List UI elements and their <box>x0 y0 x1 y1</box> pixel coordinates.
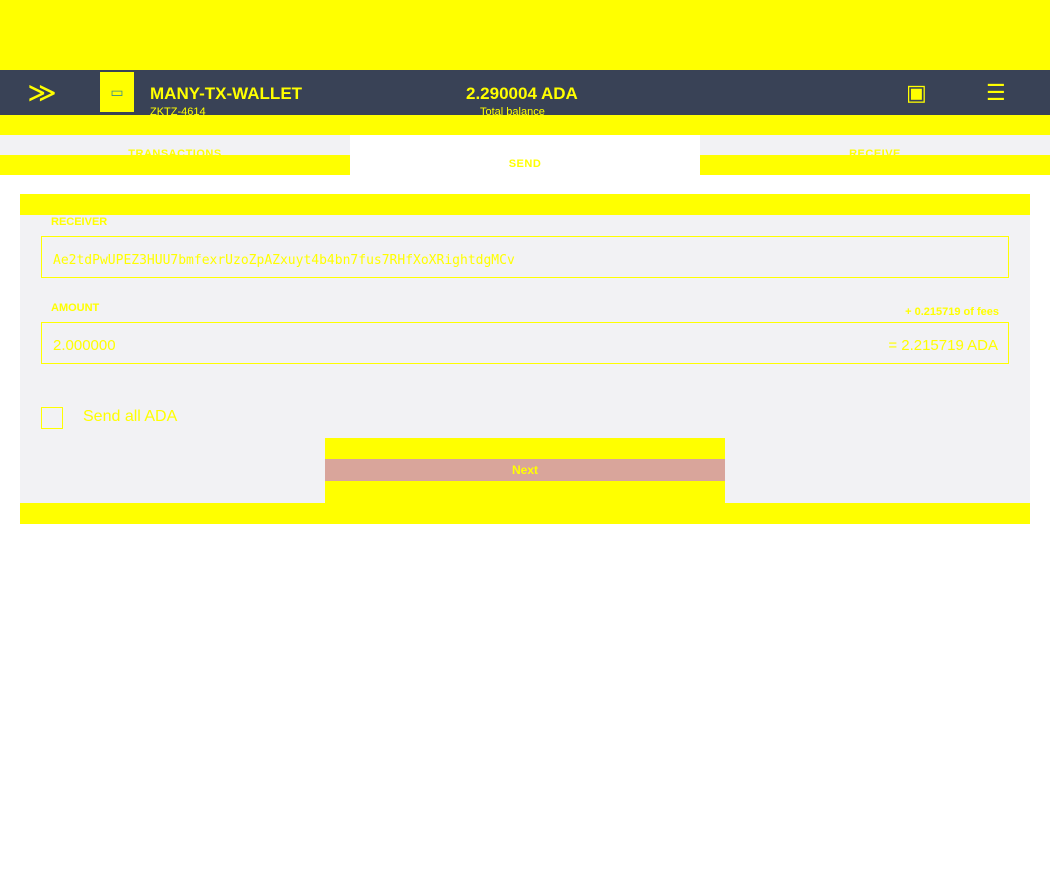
daedalus-logo-icon[interactable]: ≫ <box>14 70 70 115</box>
wallets-icon[interactable]: ▣ <box>906 80 927 106</box>
send-form: RECEIVER Ae2tdPwUPEZ3HUU7bmfexrUzoZpAZxu… <box>20 194 1030 524</box>
next-button-container: Next <box>325 438 725 504</box>
tab-receive[interactable]: RECEIVE <box>700 135 1050 175</box>
amount-input[interactable]: 2.000000 = 2.215719 ADA <box>41 322 1009 364</box>
send-all-checkbox[interactable] <box>41 407 63 429</box>
settings-sliders-icon[interactable]: ☰ <box>986 80 1006 106</box>
notification-banner <box>0 0 1050 70</box>
wallet-name: MANY-TX-WALLET <box>150 84 303 103</box>
tab-send[interactable]: SEND <box>350 135 700 175</box>
form-top-border <box>20 194 1030 215</box>
wallet-tabs: TRANSACTIONS SEND RECEIVE <box>0 135 1050 175</box>
amount-value: 2.000000 <box>53 337 116 354</box>
send-all-label[interactable]: Send all ADA <box>83 408 177 426</box>
fees-text: + 0.215719 of fees <box>905 306 999 318</box>
receiver-value: Ae2tdPwUPEZ3HUU7bmfexrUzoZpAZxuyt4b4bn7f… <box>53 253 515 268</box>
header-divider <box>0 115 1050 135</box>
wallet-icon: ▭ <box>100 72 134 112</box>
form-bottom-border <box>20 503 1030 524</box>
total-amount: = 2.215719 ADA <box>888 337 998 354</box>
amount-label: AMOUNT <box>51 302 100 314</box>
tab-transactions[interactable]: TRANSACTIONS <box>0 135 350 175</box>
wallet-balance: 2.290004 ADA <box>466 84 578 103</box>
receiver-input[interactable]: Ae2tdPwUPEZ3HUU7bmfexrUzoZpAZxuyt4b4bn7f… <box>41 236 1009 278</box>
receiver-label: RECEIVER <box>51 216 108 228</box>
next-button[interactable]: Next <box>325 459 725 481</box>
